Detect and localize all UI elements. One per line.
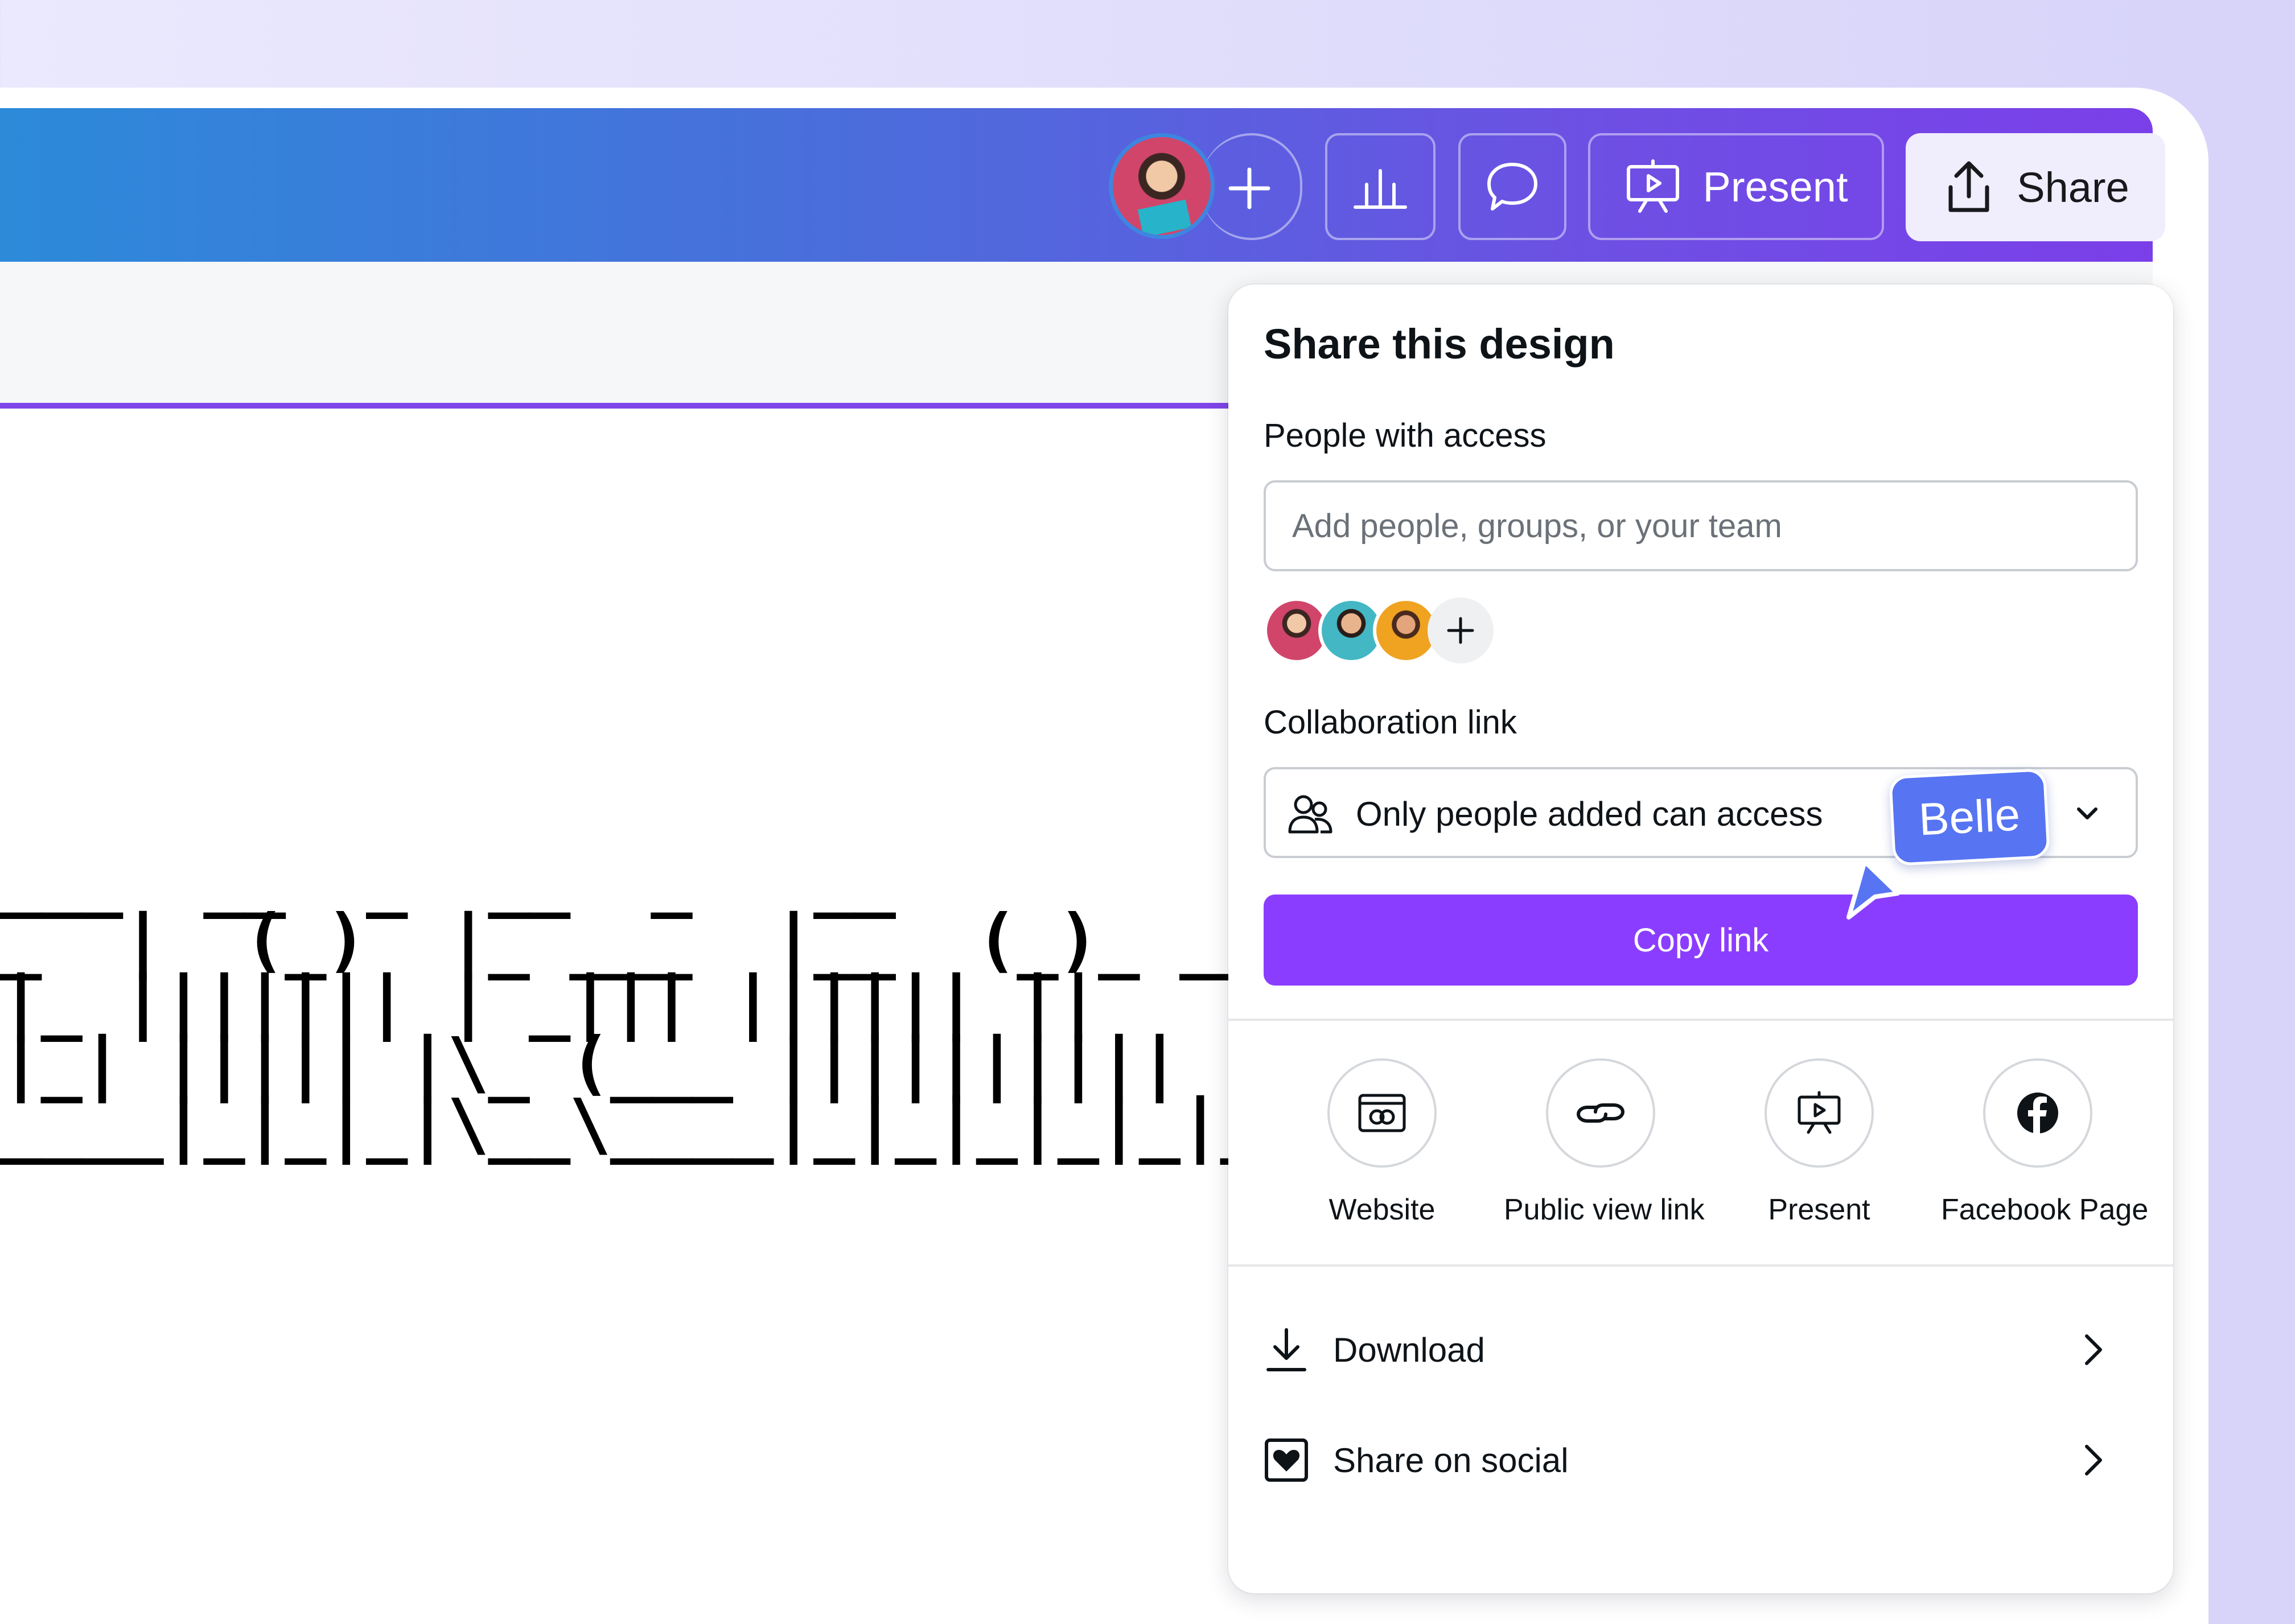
option-label: Facebook Page: [1941, 1193, 2149, 1226]
add-avatar-button[interactable]: [1428, 597, 1494, 663]
chevron-down-icon: [2077, 807, 2097, 819]
download-label: Download: [1333, 1330, 1485, 1369]
facebook-icon: [2017, 1093, 2058, 1133]
share-upload-icon: [1948, 161, 1989, 212]
link-icon: [1576, 1103, 1625, 1123]
present-icon: [1627, 159, 1680, 213]
download-row[interactable]: Download: [1264, 1310, 2140, 1390]
chevron-right-icon: [2085, 1445, 2102, 1475]
website-icon: [1358, 1094, 1406, 1132]
share-label: Share: [2017, 163, 2129, 211]
share-button[interactable]: Share: [1906, 133, 2165, 241]
people-icon: [1288, 795, 1332, 834]
option-label: Public view link: [1504, 1193, 1705, 1226]
comment-icon: [1487, 163, 1537, 211]
plus-icon: [1447, 617, 1474, 644]
collaborator-cursor-icon: [1846, 859, 1900, 920]
share-social-label: Share on social: [1333, 1441, 1569, 1479]
website-option[interactable]: Website: [1285, 1058, 1479, 1227]
add-people-placeholder: Add people, groups, or your team: [1292, 507, 1782, 545]
share-on-social-row[interactable]: Share on social: [1264, 1420, 2140, 1500]
collab-link-label: Collaboration link: [1264, 704, 1517, 741]
share-panel: Share this design People with access Add…: [1228, 285, 2173, 1593]
present-button[interactable]: Present: [1588, 133, 1884, 240]
insights-icon: [1354, 169, 1407, 209]
comment-button[interactable]: [1458, 133, 1566, 240]
social-heart-icon: [1265, 1438, 1308, 1482]
divider: [1228, 1019, 2173, 1021]
chevron-right-icon: [2085, 1334, 2102, 1365]
present-icon: [1798, 1091, 1841, 1134]
collaborator-avatars: [1264, 597, 1503, 663]
current-user-avatar[interactable]: [1109, 133, 1215, 239]
option-label: Website: [1329, 1193, 1436, 1226]
copy-link-button[interactable]: Copy link: [1264, 895, 2138, 986]
add-people-input[interactable]: Add people, groups, or your team: [1264, 480, 2138, 571]
selection-rule: [0, 403, 1229, 409]
present-option[interactable]: Present: [1722, 1058, 1916, 1227]
collaborator-cursor-tag: Belle: [1889, 768, 2050, 867]
people-access-label: People with access: [1264, 417, 1547, 454]
public-view-link-option[interactable]: Public view link: [1504, 1058, 1705, 1227]
panel-title: Share this design: [1264, 320, 1615, 368]
insights-button[interactable]: [1325, 133, 1436, 240]
canvas-ascii-art[interactable]: ___ __ _ __ _ __ _ | (_) |_ ___ |__ (_)_…: [0, 844, 1384, 1159]
add-collaborator-icon: [1228, 167, 1270, 209]
present-label: Present: [1702, 163, 1848, 211]
access-value: Only people added can access: [1356, 795, 1823, 833]
facebook-page-option[interactable]: Facebook Page: [1941, 1058, 2149, 1227]
download-icon: [1266, 1328, 1306, 1371]
divider: [1228, 1264, 2173, 1267]
option-label: Present: [1768, 1193, 1870, 1226]
